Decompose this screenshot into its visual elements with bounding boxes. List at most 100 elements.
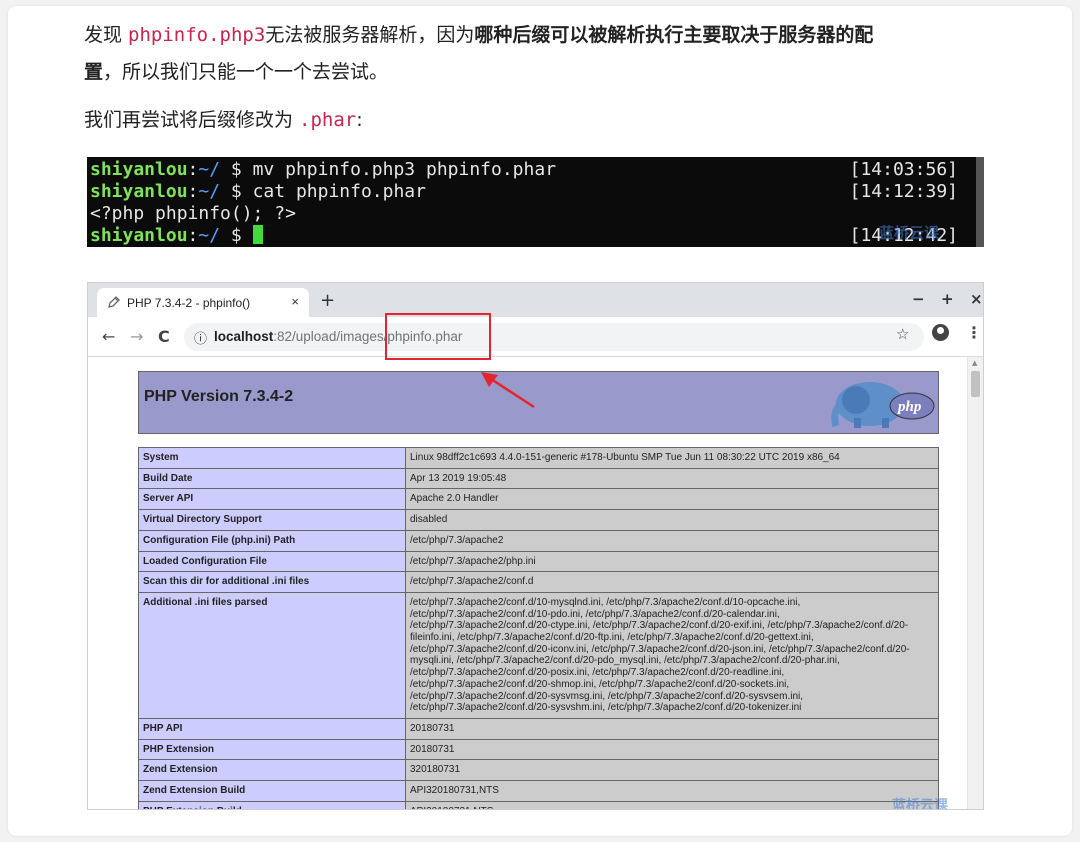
row-key: Virtual Directory Support [138, 509, 406, 531]
terminal-timestamp: [14:12:39] [849, 181, 958, 202]
table-row: Scan this dir for additional .ini files /… [138, 571, 939, 593]
row-value: /etc/php/7.3/apache2/conf.d/10-mysqlnd.i… [405, 591, 939, 719]
terminal-command: mv phpinfo.php3 phpinfo.phar [252, 159, 557, 180]
browser-tab[interactable]: PHP 7.3.4-2 - phpinfo() × [97, 288, 309, 317]
star-icon[interactable]: ☆ [896, 325, 909, 343]
table-row: Zend Extension 320180731 [138, 759, 939, 782]
terminal-line: shiyanlou:~/ $ cat phpinfo.phar [14:12:39… [90, 181, 958, 202]
forward-arrow-icon[interactable]: → [130, 327, 143, 346]
scroll-thumb[interactable] [971, 371, 980, 397]
row-key: Build Date [138, 467, 406, 490]
inline-code-php3: phpinfo.php3 [128, 24, 266, 46]
paragraph-2: 我们再尝试将后缀修改为 .phar: [84, 102, 1004, 139]
minimize-button[interactable]: − [912, 290, 925, 308]
scroll-up-icon[interactable]: ▲ [972, 359, 977, 367]
row-value-line: /etc/php/7.3/apache2/conf.d/10-mysqlnd.i… [410, 596, 801, 608]
terminal-output: <?php phpinfo(); ?> [90, 203, 296, 224]
table-row: Server API Apache 2.0 Handler [138, 488, 939, 511]
row-value-line: fileinfo.ini, /etc/php/7.3/apache2/conf.… [410, 632, 814, 644]
p1-suffix: ，所以我们只能一个一个去尝试。 [103, 61, 389, 83]
row-key: Scan this dir for additional .ini files [138, 571, 406, 593]
plus-icon[interactable]: + [320, 290, 335, 311]
row-key: PHP API [138, 717, 406, 740]
row-value: 20180731 [405, 738, 939, 761]
row-value-line: /etc/php/7.3/apache2/conf.d/20-iconv.ini… [410, 643, 910, 655]
close-icon[interactable]: × [291, 294, 299, 309]
row-value: /etc/php/7.3/apache2 [405, 529, 939, 552]
window-close-button[interactable]: × [970, 290, 983, 308]
row-value: Apache 2.0 Handler [405, 488, 939, 511]
table-row: Build Date Apr 13 2019 19:05:48 [138, 467, 939, 490]
row-value: 320180731 [405, 759, 939, 782]
terminal-cursor [252, 225, 263, 244]
article-card: 发现 phpinfo.php3无法被服务器解析，因为哪种后缀可以被解析执行主要取… [8, 6, 1072, 836]
table-row: PHP API 20180731 [138, 717, 939, 740]
php-version-title: PHP Version 7.3.4-2 [144, 388, 294, 405]
address-bar[interactable]: ⓘ localhost:82/upload/images/phpinfo.pha… [184, 323, 924, 351]
svg-text:php: php [896, 399, 922, 415]
phpinfo-table: System Linux 98dff2c1c693 4.4.0-151-gener… [138, 447, 939, 809]
row-key: PHP Extension [138, 738, 406, 761]
inline-code-phar: .phar [299, 109, 357, 131]
p1-mid: 无法被服务器解析，因为 [265, 24, 475, 46]
row-value: /etc/php/7.3/apache2/php.ini [405, 550, 939, 573]
reload-icon[interactable]: C [158, 327, 170, 346]
tab-favicon-icon [107, 295, 121, 312]
row-value-line: /etc/php/7.3/apache2/conf.d/20-sysvmsg.i… [410, 690, 804, 702]
p1-prefix: 发现 [84, 24, 129, 46]
terminal-line: shiyanlou:~/ $ mv phpinfo.php3 phpinfo.p… [90, 159, 958, 180]
terminal-scrollbar[interactable] [976, 157, 984, 247]
row-value-line: /etc/php/7.3/apache2/conf.d/20-ctype.ini… [410, 620, 909, 632]
terminal-timestamp: [14:03:56] [849, 159, 958, 180]
table-row: PHP Extension 20180731 [138, 738, 939, 761]
watermark-terminal: 蓝桥云课 [879, 225, 940, 242]
row-value-line: /etc/php/7.3/apache2/conf.d/20-shmop.ini… [410, 678, 790, 690]
back-arrow-icon[interactable]: ← [102, 327, 115, 346]
row-value-line: /etc/php/7.3/apache2/conf.d/20-sysvshm.i… [410, 702, 802, 714]
url-highlight-box [385, 313, 491, 360]
table-row: Virtual Directory Support disabled [138, 509, 939, 531]
row-key: Loaded Configuration File [138, 550, 406, 573]
row-key: Additional .ini files parsed [138, 591, 406, 719]
browser-toolbar: ← → C ⓘ localhost:82/upload/images/phpin… [88, 317, 983, 357]
table-row: PHP Extension BuildAPI20180731,NTS [138, 800, 939, 809]
row-value: disabled [405, 509, 939, 531]
row-key: Zend Extension [138, 759, 406, 782]
row-key: Zend Extension Build [138, 780, 406, 802]
table-row: Additional .ini files parsed/etc/php/7.3… [138, 591, 939, 719]
row-value: Linux 98dff2c1c693 4.4.0-151-generic #17… [405, 447, 939, 469]
p2-prefix: 我们再尝试将后缀修改为 [84, 109, 300, 131]
row-value: 20180731 [405, 717, 939, 740]
table-row: Loaded Configuration File/etc/php/7.3/ap… [138, 550, 939, 573]
tab-bar: PHP 7.3.4-2 - phpinfo() × + − + × [88, 283, 983, 317]
php-version-header: PHP Version 7.3.4-2 php [138, 371, 939, 434]
terminal-line: shiyanlou:~/ $ [14:12:42] [90, 225, 958, 246]
p1-bold-2: 置 [84, 61, 104, 83]
red-arrow-icon [481, 372, 535, 409]
browser-window: PHP 7.3.4-2 - phpinfo() × + − + × ← → C … [87, 282, 984, 810]
maximize-button[interactable]: + [941, 290, 954, 308]
terminal-command: cat phpinfo.phar [252, 181, 426, 202]
account-icon[interactable] [932, 324, 949, 341]
page-scrollbar[interactable]: ▲ [967, 357, 983, 809]
table-row: Configuration File (php.ini) Path/etc/ph… [138, 529, 939, 552]
table-row: Zend Extension Build API320180731,NTS [138, 780, 939, 802]
watermark-browser: 蓝桥云课 [892, 797, 948, 810]
info-icon[interactable]: ⓘ [194, 328, 207, 347]
row-value-line: mysqli.ini, /etc/php/7.3/apache2/conf.d/… [410, 655, 840, 667]
php-elephant-logo: php [826, 374, 936, 436]
row-value: Apr 13 2019 19:05:48 [405, 467, 939, 490]
paragraph-1: 发现 phpinfo.php3无法被服务器解析，因为哪种后缀可以被解析执行主要取… [84, 17, 1004, 91]
tab-title: PHP 7.3.4-2 - phpinfo() [127, 296, 251, 310]
row-key: Server API [138, 488, 406, 511]
row-value: /etc/php/7.3/apache2/conf.d [405, 571, 939, 593]
row-value-line: /etc/php/7.3/apache2/conf.d/20-posix.ini… [410, 667, 785, 679]
row-value: API20180731,NTS [405, 800, 939, 809]
row-value: API320180731,NTS [405, 780, 939, 802]
p1-bold-1: 哪种后缀可以被解析执行主要取决于服务器的配 [474, 24, 874, 46]
row-key: Configuration File (php.ini) Path [138, 529, 406, 552]
row-key: System [138, 447, 406, 469]
page-content: PHP Version 7.3.4-2 php System Linux 98df… [88, 357, 983, 810]
kebab-menu-icon[interactable]: ⋮ [966, 323, 982, 342]
terminal-screenshot: shiyanlou:~/ $ mv phpinfo.php3 phpinfo.p… [87, 157, 984, 247]
